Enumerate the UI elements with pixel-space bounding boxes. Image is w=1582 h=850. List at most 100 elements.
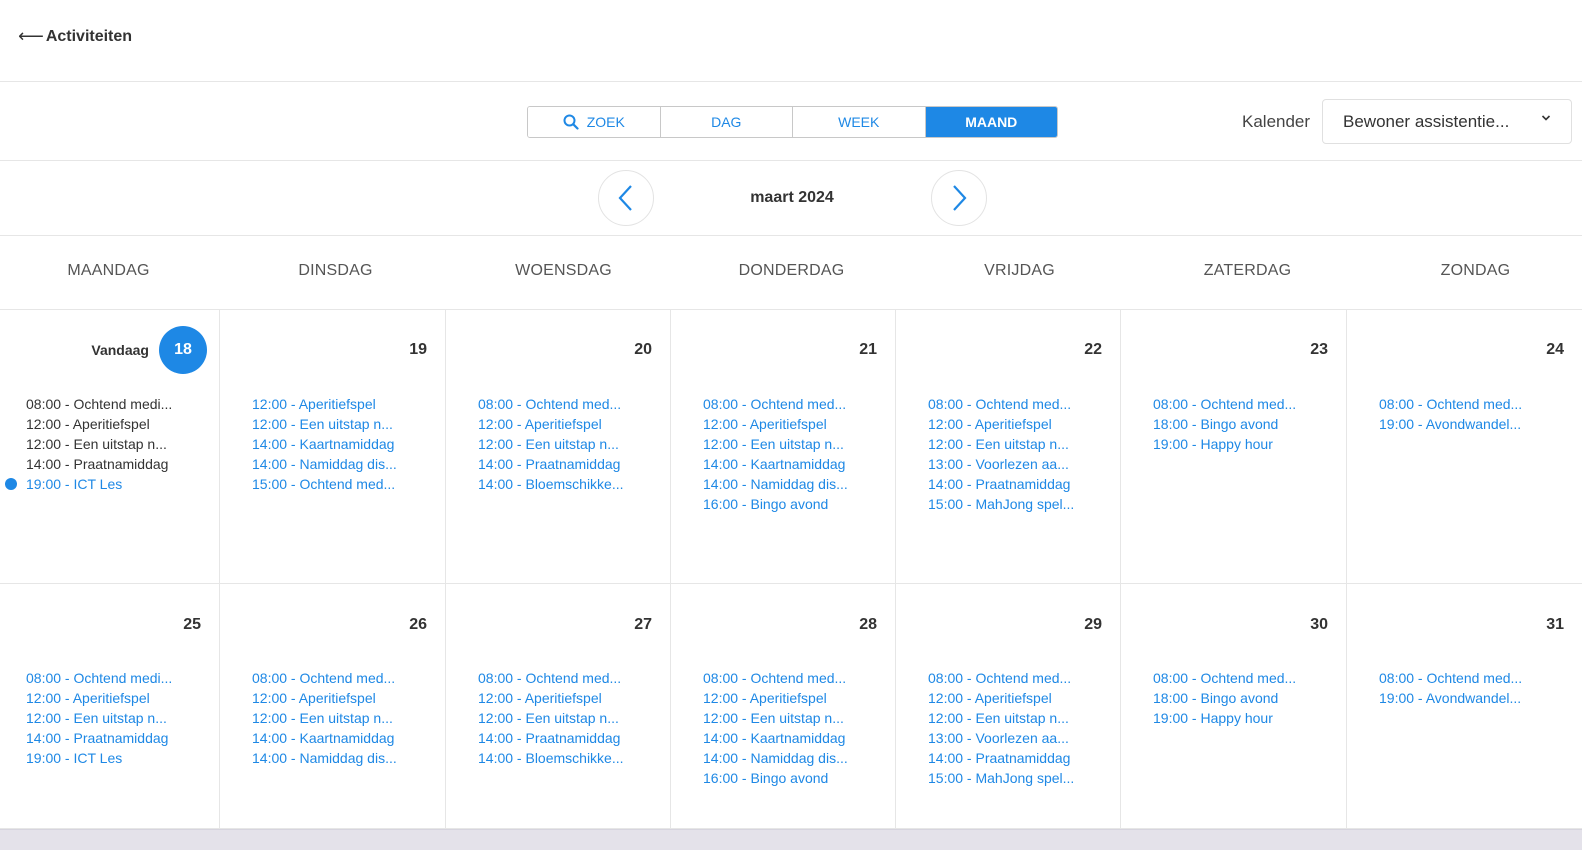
horizontal-scrollbar[interactable]: [0, 829, 1582, 850]
event-item[interactable]: 08:00 - Ochtend med...: [478, 394, 624, 414]
event-item[interactable]: 14:00 - Namiddag dis...: [252, 454, 397, 474]
event-item[interactable]: 14:00 - Namiddag dis...: [703, 474, 848, 494]
chevron-right-icon: [953, 185, 967, 211]
event-item[interactable]: 12:00 - Aperitiefspel: [252, 394, 397, 414]
event-item[interactable]: 18:00 - Bingo avond: [1153, 688, 1296, 708]
event-item[interactable]: 14:00 - Praatnamiddag: [478, 454, 624, 474]
event-item[interactable]: 12:00 - Aperitiefspel: [478, 414, 624, 434]
event-item[interactable]: 08:00 - Ochtend med...: [478, 668, 624, 688]
event-item[interactable]: 14:00 - Praatnamiddag: [928, 474, 1074, 494]
event-item[interactable]: 12:00 - Een uitstap n...: [252, 414, 397, 434]
calendar-day-cell[interactable]: 29 08:00 - Ochtend med... 12:00 - Aperitie…: [896, 584, 1121, 829]
weekday-wednesday: WOENSDAG: [515, 262, 612, 279]
calendar-day-cell[interactable]: 30 08:00 - Ochtend med... 18:00 - Bingo av…: [1121, 584, 1347, 829]
event-item[interactable]: 15:00 - MahJong spel...: [928, 494, 1074, 514]
event-item[interactable]: 12:00 - Een uitstap n...: [703, 434, 848, 454]
event-item[interactable]: 19:00 - ICT Les: [26, 474, 172, 494]
event-item[interactable]: 19:00 - Happy hour: [1153, 434, 1296, 454]
search-view-button[interactable]: ZOEK: [528, 107, 661, 137]
event-list: 08:00 - Ochtend med... 18:00 - Bingo avon…: [1153, 668, 1296, 728]
event-item[interactable]: 14:00 - Kaartnamiddag: [703, 728, 848, 748]
calendar-day-cell[interactable]: 28 08:00 - Ochtend med... 12:00 - Aperitie…: [671, 584, 896, 829]
event-item[interactable]: 08:00 - Ochtend med...: [252, 668, 397, 688]
event-item[interactable]: 12:00 - Een uitstap n...: [928, 708, 1074, 728]
event-item[interactable]: 08:00 - Ochtend med...: [928, 394, 1074, 414]
event-list: 08:00 - Ochtend medi... 12:00 - Aperitief…: [26, 394, 172, 494]
event-item[interactable]: 15:00 - MahJong spel...: [928, 768, 1074, 788]
event-item[interactable]: 14:00 - Praatnamiddag: [478, 728, 624, 748]
event-item[interactable]: 12:00 - Een uitstap n...: [928, 434, 1074, 454]
event-item[interactable]: 15:00 - Ochtend med...: [252, 474, 397, 494]
event-item[interactable]: 14:00 - Praatnamiddag: [26, 728, 172, 748]
chevron-down-icon: [1541, 112, 1551, 126]
event-item[interactable]: 12:00 - Aperitiefspel: [928, 414, 1074, 434]
calendar-day-cell[interactable]: 20 08:00 - Ochtend med... 12:00 - Aperitie…: [446, 310, 671, 584]
calendar-day-cell[interactable]: 22 08:00 - Ochtend med... 12:00 - Aperitie…: [896, 310, 1121, 584]
previous-month-button[interactable]: [598, 170, 654, 226]
calendar-select-value: Bewoner assistentie...: [1343, 111, 1510, 131]
event-item[interactable]: 14:00 - Namiddag dis...: [252, 748, 397, 768]
event-item[interactable]: 08:00 - Ochtend med...: [703, 668, 848, 688]
event-item[interactable]: 14:00 - Praatnamiddag: [928, 748, 1074, 768]
event-item[interactable]: 14:00 - Kaartnamiddag: [703, 454, 848, 474]
event-item[interactable]: 16:00 - Bingo avond: [703, 768, 848, 788]
chevron-left-icon: [618, 185, 632, 211]
calendar-select[interactable]: Bewoner assistentie...: [1322, 99, 1572, 144]
calendar-day-cell[interactable]: Vandaag 18 08:00 - Ochtend medi... 12:00 - …: [0, 310, 220, 584]
event-item[interactable]: 12:00 - Een uitstap n...: [478, 708, 624, 728]
calendar-day-cell[interactable]: 19 12:00 - Aperitiefspel 12:00 - Een uitst…: [220, 310, 446, 584]
event-item[interactable]: 08:00 - Ochtend medi...: [26, 668, 172, 688]
weekday-friday: VRIJDAG: [984, 262, 1055, 279]
event-list: 08:00 - Ochtend med... 19:00 - Avondwande…: [1379, 668, 1522, 708]
event-item[interactable]: 08:00 - Ochtend med...: [928, 668, 1074, 688]
event-item[interactable]: 14:00 - Bloemschikke...: [478, 474, 624, 494]
calendar-day-cell[interactable]: 26 08:00 - Ochtend med... 12:00 - Aperitie…: [220, 584, 446, 829]
next-month-button[interactable]: [931, 170, 987, 226]
event-item[interactable]: 12:00 - Aperitiefspel: [703, 688, 848, 708]
event-list: 08:00 - Ochtend med... 12:00 - Aperitiefs…: [703, 668, 848, 788]
event-item[interactable]: 12:00 - Aperitiefspel: [703, 414, 848, 434]
event-item[interactable]: 13:00 - Voorlezen aa...: [928, 728, 1074, 748]
event-item[interactable]: 08:00 - Ochtend med...: [1379, 394, 1522, 414]
event-item[interactable]: 08:00 - Ochtend med...: [703, 394, 848, 414]
calendar-day-cell[interactable]: 27 08:00 - Ochtend med... 12:00 - Aperitie…: [446, 584, 671, 829]
event-item[interactable]: 12:00 - Een uitstap n...: [478, 434, 624, 454]
day-view-button[interactable]: DAG: [660, 107, 793, 137]
event-item[interactable]: 12:00 - Een uitstap n...: [703, 708, 848, 728]
event-item[interactable]: 19:00 - Happy hour: [1153, 708, 1296, 728]
event-item[interactable]: 14:00 - Namiddag dis...: [703, 748, 848, 768]
event-item[interactable]: 08:00 - Ochtend med...: [1379, 668, 1522, 688]
event-item[interactable]: 12:00 - Een uitstap n...: [26, 434, 172, 454]
calendar-day-cell[interactable]: 24 08:00 - Ochtend med... 19:00 - Avondwan…: [1347, 310, 1582, 584]
event-item[interactable]: 08:00 - Ochtend med...: [1153, 394, 1296, 414]
day-number: 21: [859, 341, 877, 358]
calendar-day-cell[interactable]: 21 08:00 - Ochtend med... 12:00 - Aperitie…: [671, 310, 896, 584]
event-item[interactable]: 14:00 - Bloemschikke...: [478, 748, 624, 768]
event-item[interactable]: 12:00 - Een uitstap n...: [26, 708, 172, 728]
event-item[interactable]: 14:00 - Kaartnamiddag: [252, 434, 397, 454]
day-number: 30: [1310, 616, 1328, 633]
event-item[interactable]: 08:00 - Ochtend med...: [1153, 668, 1296, 688]
event-item[interactable]: 12:00 - Aperitiefspel: [26, 688, 172, 708]
event-item[interactable]: 12:00 - Aperitiefspel: [928, 688, 1074, 708]
event-item[interactable]: 19:00 - Avondwandel...: [1379, 414, 1522, 434]
event-item[interactable]: 12:00 - Aperitiefspel: [252, 688, 397, 708]
event-item[interactable]: 13:00 - Voorlezen aa...: [928, 454, 1074, 474]
event-item[interactable]: 19:00 - Avondwandel...: [1379, 688, 1522, 708]
calendar-day-cell[interactable]: 31 08:00 - Ochtend med... 19:00 - Avondwan…: [1347, 584, 1582, 829]
event-item[interactable]: 16:00 - Bingo avond: [703, 494, 848, 514]
week-view-button[interactable]: WEEK: [793, 107, 926, 137]
calendar-day-cell[interactable]: 23 08:00 - Ochtend med... 18:00 - Bingo av…: [1121, 310, 1347, 584]
event-item[interactable]: 08:00 - Ochtend medi...: [26, 394, 172, 414]
event-item[interactable]: 19:00 - ICT Les: [26, 748, 172, 768]
event-item[interactable]: 12:00 - Aperitiefspel: [478, 688, 624, 708]
today-date-badge: 18: [159, 326, 207, 374]
month-view-button[interactable]: MAAND: [925, 107, 1057, 137]
event-item[interactable]: 14:00 - Kaartnamiddag: [252, 728, 397, 748]
event-item[interactable]: 14:00 - Praatnamiddag: [26, 454, 172, 474]
event-item[interactable]: 12:00 - Een uitstap n...: [252, 708, 397, 728]
calendar-day-cell[interactable]: 25 08:00 - Ochtend medi... 12:00 - Aperiti…: [0, 584, 220, 829]
back-link[interactable]: ⟵ Activiteiten: [18, 26, 132, 47]
event-item[interactable]: 12:00 - Aperitiefspel: [26, 414, 172, 434]
event-item[interactable]: 18:00 - Bingo avond: [1153, 414, 1296, 434]
